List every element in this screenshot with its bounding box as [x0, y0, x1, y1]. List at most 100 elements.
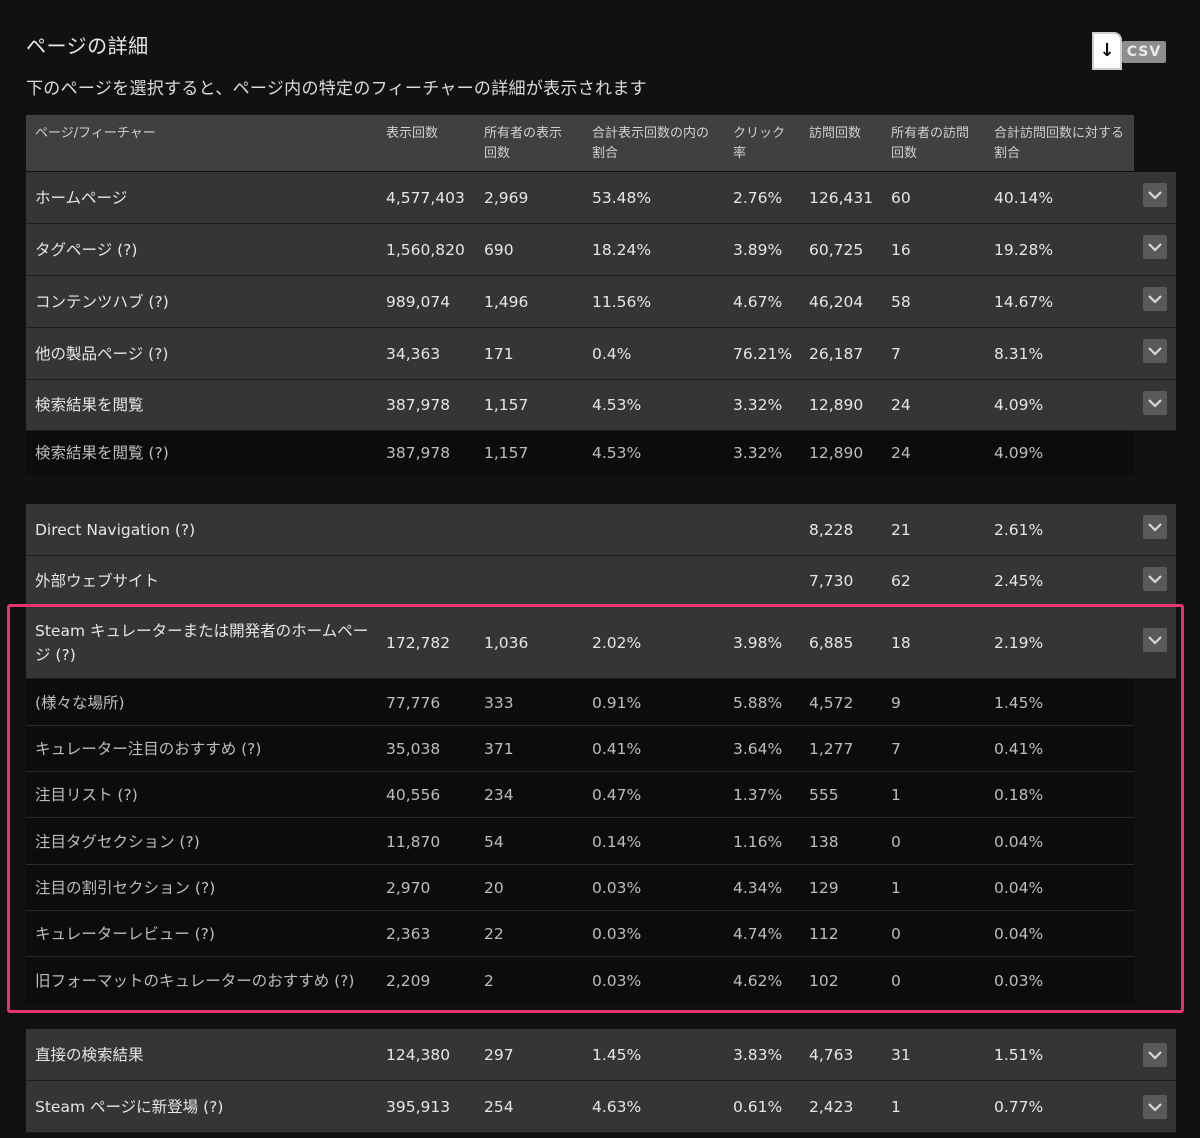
row-view-share: 0.03%	[592, 879, 642, 897]
table-row[interactable]: Steam ページに新登場 (?) 395,913 254 4.63% 0.61…	[26, 1081, 1176, 1133]
expand-button[interactable]	[1143, 287, 1167, 311]
expand-button[interactable]	[1143, 1095, 1167, 1119]
row-visits: 2,423	[809, 1097, 854, 1116]
row-visits: 6,885	[809, 633, 854, 652]
table-subrow[interactable]: (様々な場所) 77,776 333 0.91% 5.88% 4,572 9 1…	[26, 679, 1176, 726]
table-subrow[interactable]: キュレーター注目のおすすめ (?) 35,038 371 0.41% 3.64%…	[26, 726, 1176, 772]
row-name: 注目の割引セクション (?)	[35, 879, 216, 897]
row-view-share: 53.48%	[592, 188, 652, 207]
table-subrow[interactable]: 注目の割引セクション (?) 2,970 20 0.03% 4.34% 129 …	[26, 865, 1176, 911]
row-views: 11,870	[386, 832, 441, 851]
row-owner-views: 54	[484, 832, 504, 851]
row-visits: 138	[809, 832, 839, 851]
table-row[interactable]: Direct Navigation (?) 8,228 21 2.61%	[26, 504, 1176, 556]
expand-button[interactable]	[1143, 235, 1167, 259]
header-views: 表示回数	[386, 126, 439, 141]
row-name: 注目タグセクション (?)	[35, 832, 200, 851]
row-owner-visits: 0	[891, 971, 901, 990]
row-views: 34,363	[386, 344, 441, 363]
row-visits: 7,730	[809, 572, 854, 590]
row-visit-share: 1.51%	[994, 1045, 1044, 1064]
expand-button[interactable]	[1143, 1043, 1167, 1067]
row-ctr: 4.67%	[733, 292, 783, 311]
row-ctr: 4.62%	[733, 971, 783, 990]
row-visits: 102	[809, 971, 839, 990]
expand-button[interactable]	[1143, 339, 1167, 363]
row-views: 40,556	[386, 786, 441, 804]
row-visit-share: 1.45%	[994, 693, 1044, 712]
csv-label: CSV	[1122, 41, 1166, 63]
row-views: 395,913	[386, 1097, 451, 1116]
row-views: 2,209	[386, 971, 431, 990]
row-ctr: 2.76%	[733, 188, 783, 207]
row-visit-share: 4.09%	[994, 444, 1044, 462]
row-visits: 12,890	[809, 444, 864, 462]
chevron-down-icon	[1148, 1051, 1162, 1060]
page-subtitle: 下のページを選択すると、ページ内の特定のフィーチャーの詳細が表示されます	[26, 79, 647, 99]
row-views: 989,074	[386, 292, 451, 311]
row-views: 1,560,820	[386, 240, 465, 259]
row-owner-visits: 21	[891, 520, 911, 539]
row-owner-views: 1,157	[484, 396, 529, 414]
row-owner-views: 22	[484, 925, 504, 943]
expand-button[interactable]	[1143, 183, 1167, 207]
row-visit-share: 8.31%	[994, 344, 1044, 363]
row-owner-views: 2,969	[484, 188, 529, 207]
row-visits: 4,572	[809, 693, 854, 712]
row-view-share: 0.03%	[592, 971, 642, 990]
row-owner-visits: 31	[891, 1045, 911, 1064]
row-name: (様々な場所)	[35, 693, 125, 712]
row-view-share: 1.45%	[592, 1045, 642, 1064]
table-row[interactable]: コンテンツハブ (?) 989,074 1,496 11.56% 4.67% 4…	[26, 276, 1176, 328]
row-views: 2,363	[386, 925, 431, 943]
header-ctr: クリック率	[733, 126, 786, 161]
row-owner-visits: 9	[891, 693, 901, 712]
table-row[interactable]: ホームページ 4,577,403 2,969 53.48% 2.76% 126,…	[26, 172, 1176, 224]
table-row[interactable]: Steam キュレーターまたは開発者のホームページ (?) 172,782 1,…	[26, 607, 1176, 679]
row-owner-visits: 24	[891, 444, 911, 462]
table-row[interactable]: 外部ウェブサイト 7,730 62 2.45%	[26, 556, 1176, 607]
row-visits: 4,763	[809, 1045, 854, 1064]
table-row[interactable]: タグページ (?) 1,560,820 690 18.24% 3.89% 60,…	[26, 224, 1176, 276]
header-owner-visits: 所有者の訪問回数	[891, 126, 970, 161]
expand-button[interactable]	[1143, 515, 1167, 539]
row-visit-share: 0.04%	[994, 832, 1044, 851]
row-ctr: 3.64%	[733, 740, 783, 758]
row-view-share: 4.53%	[592, 396, 642, 414]
table-subrow[interactable]: 検索結果を閲覧 (?) 387,978 1,157 4.53% 3.32% 12…	[26, 431, 1176, 475]
row-owner-views: 2	[484, 971, 494, 990]
table-subrow[interactable]: 旧フォーマットのキュレーターのおすすめ (?) 2,209 2 0.03% 4.…	[26, 957, 1176, 1004]
expand-button[interactable]	[1143, 628, 1167, 652]
table-subrow[interactable]: 注目タグセクション (?) 11,870 54 0.14% 1.16% 138 …	[26, 818, 1176, 865]
header-owner-views: 所有者の表示回数	[484, 126, 563, 161]
row-view-share: 4.53%	[592, 444, 642, 462]
table-row[interactable]: 直接の検索結果 124,380 297 1.45% 3.83% 4,763 31…	[26, 1029, 1176, 1081]
row-name: キュレーター注目のおすすめ (?)	[35, 740, 262, 758]
row-views: 387,978	[386, 444, 451, 462]
row-visits: 112	[809, 925, 839, 943]
table-row[interactable]: 検索結果を閲覧 387,978 1,157 4.53% 3.32% 12,890…	[26, 380, 1176, 431]
expand-button[interactable]	[1143, 391, 1167, 415]
row-ctr: 4.34%	[733, 879, 783, 897]
page-title: ページの詳細	[26, 34, 149, 58]
row-ctr: 1.16%	[733, 832, 783, 851]
row-visits: 126,431	[809, 188, 874, 207]
table-subrow[interactable]: 注目リスト (?) 40,556 234 0.47% 1.37% 555 1 0…	[26, 772, 1176, 818]
header-view-share: 合計表示回数の内の割合	[592, 126, 710, 161]
row-ctr: 4.74%	[733, 925, 783, 943]
table-row[interactable]: 他の製品ページ (?) 34,363 171 0.4% 76.21% 26,18…	[26, 328, 1176, 380]
table-subrow[interactable]: キュレーターレビュー (?) 2,363 22 0.03% 4.74% 112 …	[26, 911, 1176, 957]
csv-download-button[interactable]: ↓ CSV	[1090, 32, 1168, 74]
chevron-down-icon	[1148, 243, 1162, 252]
row-view-share: 0.03%	[592, 925, 642, 943]
row-ctr: 3.83%	[733, 1045, 783, 1064]
row-views: 172,782	[386, 633, 451, 652]
row-owner-visits: 18	[891, 633, 911, 652]
chevron-down-icon	[1148, 523, 1162, 532]
row-ctr: 3.32%	[733, 396, 783, 414]
row-view-share: 2.02%	[592, 633, 642, 652]
row-ctr: 1.37%	[733, 786, 783, 804]
expand-button[interactable]	[1143, 567, 1167, 591]
row-owner-visits: 60	[891, 188, 911, 207]
row-visit-share: 2.19%	[994, 633, 1044, 652]
